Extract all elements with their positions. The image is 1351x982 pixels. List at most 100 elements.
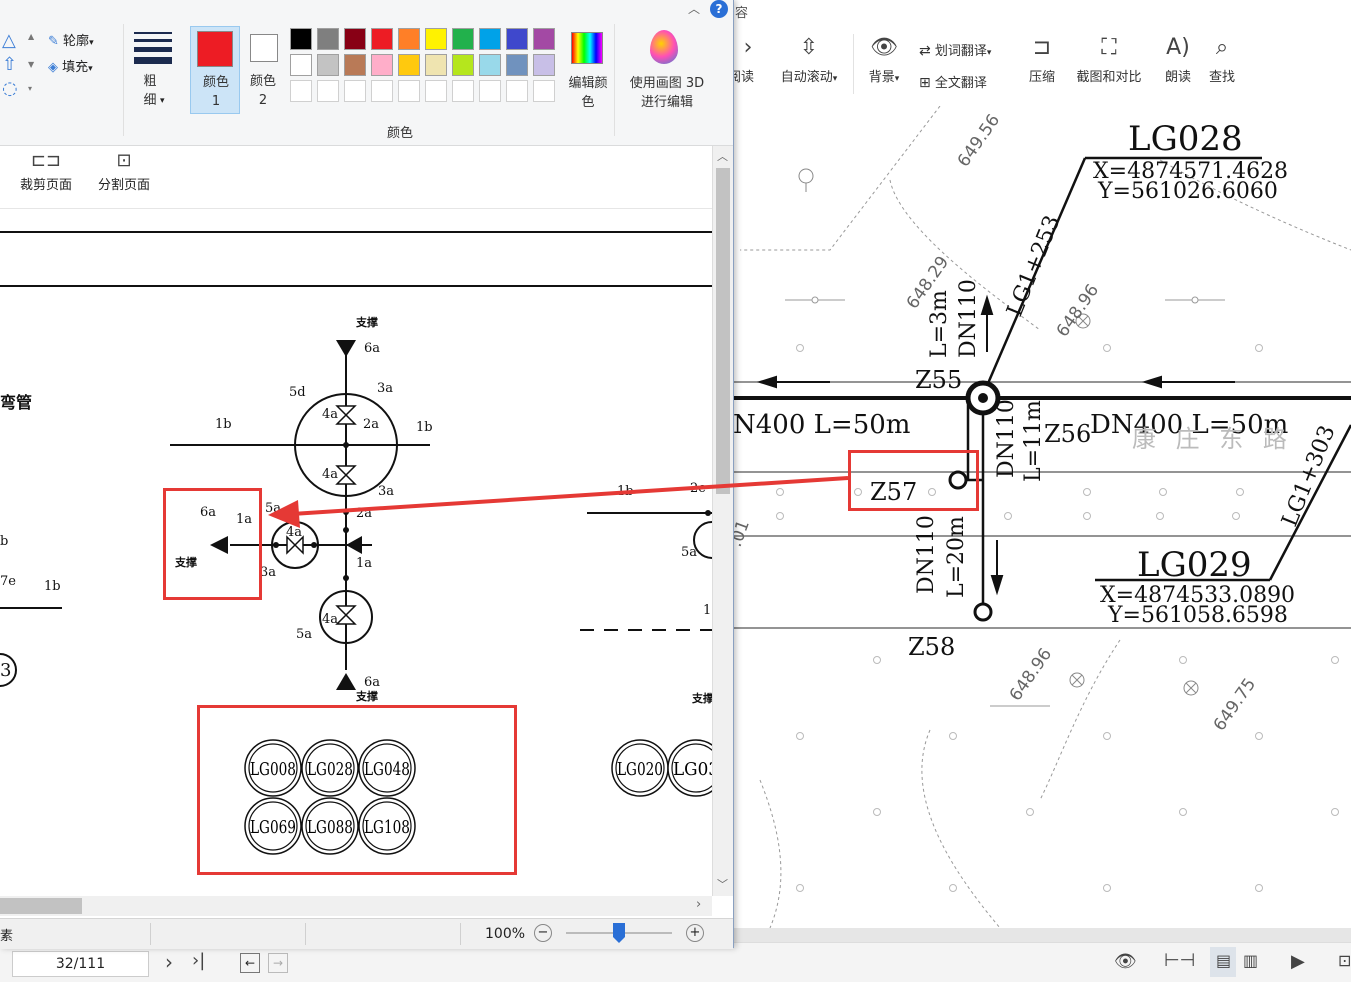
palette-swatch[interactable] [506, 28, 528, 50]
size-button[interactable]: 粗细 ▾ [132, 30, 174, 112]
background-button[interactable]: 👁 背景▾ [861, 30, 907, 85]
scroll-down-icon[interactable]: ▼ [28, 60, 34, 69]
color2-button[interactable]: 颜色 2 [244, 26, 286, 114]
elevation-edge: .01 [733, 517, 754, 549]
label-dn110-low: DN110 [914, 515, 939, 594]
palette-swatch[interactable] [533, 54, 555, 76]
word-translate-button[interactable]: ⇄ 划词翻译▾ [919, 40, 991, 59]
color-palette [290, 28, 565, 108]
palette-swatch[interactable] [371, 28, 393, 50]
pdf-page-canvas[interactable]: LG028 X=4874571.4628 Y=561026.6060 LG029… [733, 106, 1351, 928]
label-2a-mid: 2a [356, 506, 372, 521]
palette-custom-slot[interactable] [344, 80, 366, 102]
crop-page-button[interactable]: ⊏⊐ 裁剪页面 [14, 150, 78, 193]
palette-swatch[interactable] [290, 28, 312, 50]
read-button[interactable]: › 阅读 [728, 30, 763, 85]
palette-custom-slot[interactable] [506, 80, 528, 102]
page-number-field[interactable]: 32/111 [12, 951, 149, 977]
forward-icon[interactable]: → [268, 953, 288, 973]
scroll-up-arrow-icon[interactable]: ︿ [717, 148, 728, 164]
palette-swatch[interactable] [425, 54, 447, 76]
zoom-out-icon[interactable]: − [534, 924, 552, 942]
label-lg028-y: Y=561026.6060 [1097, 179, 1278, 204]
scroll-down-arrow-icon[interactable]: ﹀ [717, 876, 728, 892]
color2-swatch [250, 34, 278, 62]
edit-colors-button[interactable]: 编辑颜色 [566, 28, 610, 114]
scroll-right-arrow-icon[interactable]: › [696, 897, 701, 912]
arrow-shape-icon[interactable]: ⇧ [2, 54, 17, 75]
cloud-shape-icon[interactable]: ◌ [2, 78, 18, 99]
palette-custom-slot[interactable] [479, 80, 501, 102]
color1-button[interactable]: 颜色 1 [190, 26, 240, 114]
zoom-in-icon[interactable]: + [686, 924, 704, 942]
split-page-button[interactable]: ⊡ 分割页面 [92, 150, 156, 193]
next-page-icon[interactable]: › [165, 950, 173, 974]
palette-custom-slot[interactable] [290, 80, 312, 102]
label-3-edge: 3 [0, 660, 11, 681]
scroll-up-icon[interactable]: ▲ [28, 32, 34, 41]
label-4a-low: 4a [322, 612, 338, 627]
expand-icon[interactable]: ▾ [28, 84, 32, 93]
paint-vertical-scrollbar[interactable]: ︿ ﹀ [712, 146, 733, 896]
palette-swatch[interactable] [452, 54, 474, 76]
palette-swatch[interactable] [317, 28, 339, 50]
more-icon[interactable]: ⊡ [1338, 951, 1351, 970]
lg-circle-label: LG020 [617, 759, 663, 780]
back-icon[interactable]: ← [240, 953, 260, 973]
palette-custom-slot[interactable] [533, 80, 555, 102]
eye-protection-icon[interactable]: 👁 [1114, 951, 1137, 972]
palette-custom-slot[interactable] [452, 80, 474, 102]
read-aloud-button[interactable]: A) 朗读 [1159, 30, 1197, 85]
elevation-1: 649.56 [954, 111, 1005, 171]
shapes-gallery[interactable]: △ ⇧ ◌ ▲ ▼ ▾ [0, 30, 40, 100]
horizontal-scroll-thumb[interactable] [0, 898, 82, 914]
screenshot-compare-button[interactable]: ⛶ 截图和对比 [1069, 30, 1149, 85]
zoom-slider-thumb[interactable] [613, 923, 625, 943]
palette-custom-slot[interactable] [371, 80, 393, 102]
zoom-level: 100% [485, 926, 526, 942]
paint3d-button[interactable]: 使用画图 3D 进行编辑 [622, 28, 708, 114]
help-icon[interactable]: ? [710, 0, 728, 18]
search-button[interactable]: ⌕ 查找 [1203, 30, 1241, 85]
node-z58 [973, 602, 993, 622]
auto-scroll-button[interactable]: ⇳ 自动滚动▾ [771, 30, 847, 85]
label-1b-edge: 1b [44, 579, 61, 594]
palette-custom-slot[interactable] [317, 80, 339, 102]
paint-horizontal-scrollbar[interactable]: › [0, 896, 712, 916]
palette-swatch[interactable] [317, 54, 339, 76]
palette-swatch[interactable] [452, 28, 474, 50]
label-l11m: L=11m [1021, 400, 1046, 482]
palette-swatch[interactable] [425, 28, 447, 50]
last-page-icon[interactable]: ›| [192, 950, 205, 971]
node-z55-center [978, 393, 988, 403]
palette-swatch[interactable] [479, 54, 501, 76]
schematic-labels: 弯管 支撑 支撑 支撑 支撑 6a 5d 3a 4a 2a 1b 1b 4a 3… [0, 315, 712, 705]
palette-swatch[interactable] [533, 28, 555, 50]
palette-swatch[interactable] [371, 54, 393, 76]
palette-swatch[interactable] [344, 28, 366, 50]
fit-width-icon[interactable]: ⊢⊣ [1164, 950, 1195, 971]
fill-dropdown[interactable]: ◈ 填充▾ [48, 56, 93, 75]
play-icon[interactable]: ▶ [1291, 951, 1305, 972]
elevation-3: 648.96 [1053, 281, 1104, 341]
palette-swatch[interactable] [290, 54, 312, 76]
palette-swatch[interactable] [506, 54, 528, 76]
compress-button[interactable]: ⊐ 压缩 [1021, 30, 1063, 85]
outline-dropdown[interactable]: ✎ 轮廓▾ [48, 30, 94, 49]
label-z58: Z58 [908, 633, 955, 661]
full-translate-button[interactable]: ⊞ 全文翻译 [919, 72, 987, 91]
pdf-horizontal-scrollbar[interactable] [733, 928, 1351, 942]
paint-window[interactable]: △ ⇧ ◌ ▲ ▼ ▾ ✎ 轮廓▾ ◈ 填充▾ 粗细 ▾ 颜色 1 颜色 2 颜… [0, 0, 734, 949]
triangle-shape-icon[interactable]: △ [2, 30, 16, 51]
palette-swatch[interactable] [398, 28, 420, 50]
vertical-scroll-thumb[interactable] [716, 168, 730, 494]
palette-custom-slot[interactable] [425, 80, 447, 102]
collapse-ribbon-icon[interactable]: ︿ [688, 0, 700, 17]
label-5a-far: 5a [681, 545, 697, 560]
annotation-box-support [163, 488, 262, 600]
palette-swatch[interactable] [398, 54, 420, 76]
palette-swatch[interactable] [344, 54, 366, 76]
palette-swatch[interactable] [479, 28, 501, 50]
two-page-icon[interactable]: ▥ [1243, 951, 1258, 970]
palette-custom-slot[interactable] [398, 80, 420, 102]
